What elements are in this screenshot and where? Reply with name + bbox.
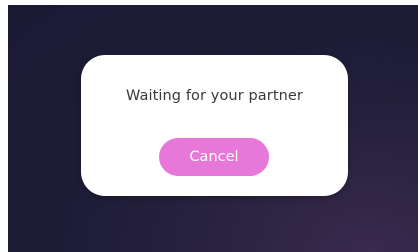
app-screen: Waiting for your partner Cancel xyxy=(0,0,418,252)
waiting-message: Waiting for your partner xyxy=(125,88,303,104)
cancel-button[interactable]: Cancel xyxy=(159,138,269,176)
waiting-dialog: Waiting for your partner Cancel xyxy=(81,55,348,196)
